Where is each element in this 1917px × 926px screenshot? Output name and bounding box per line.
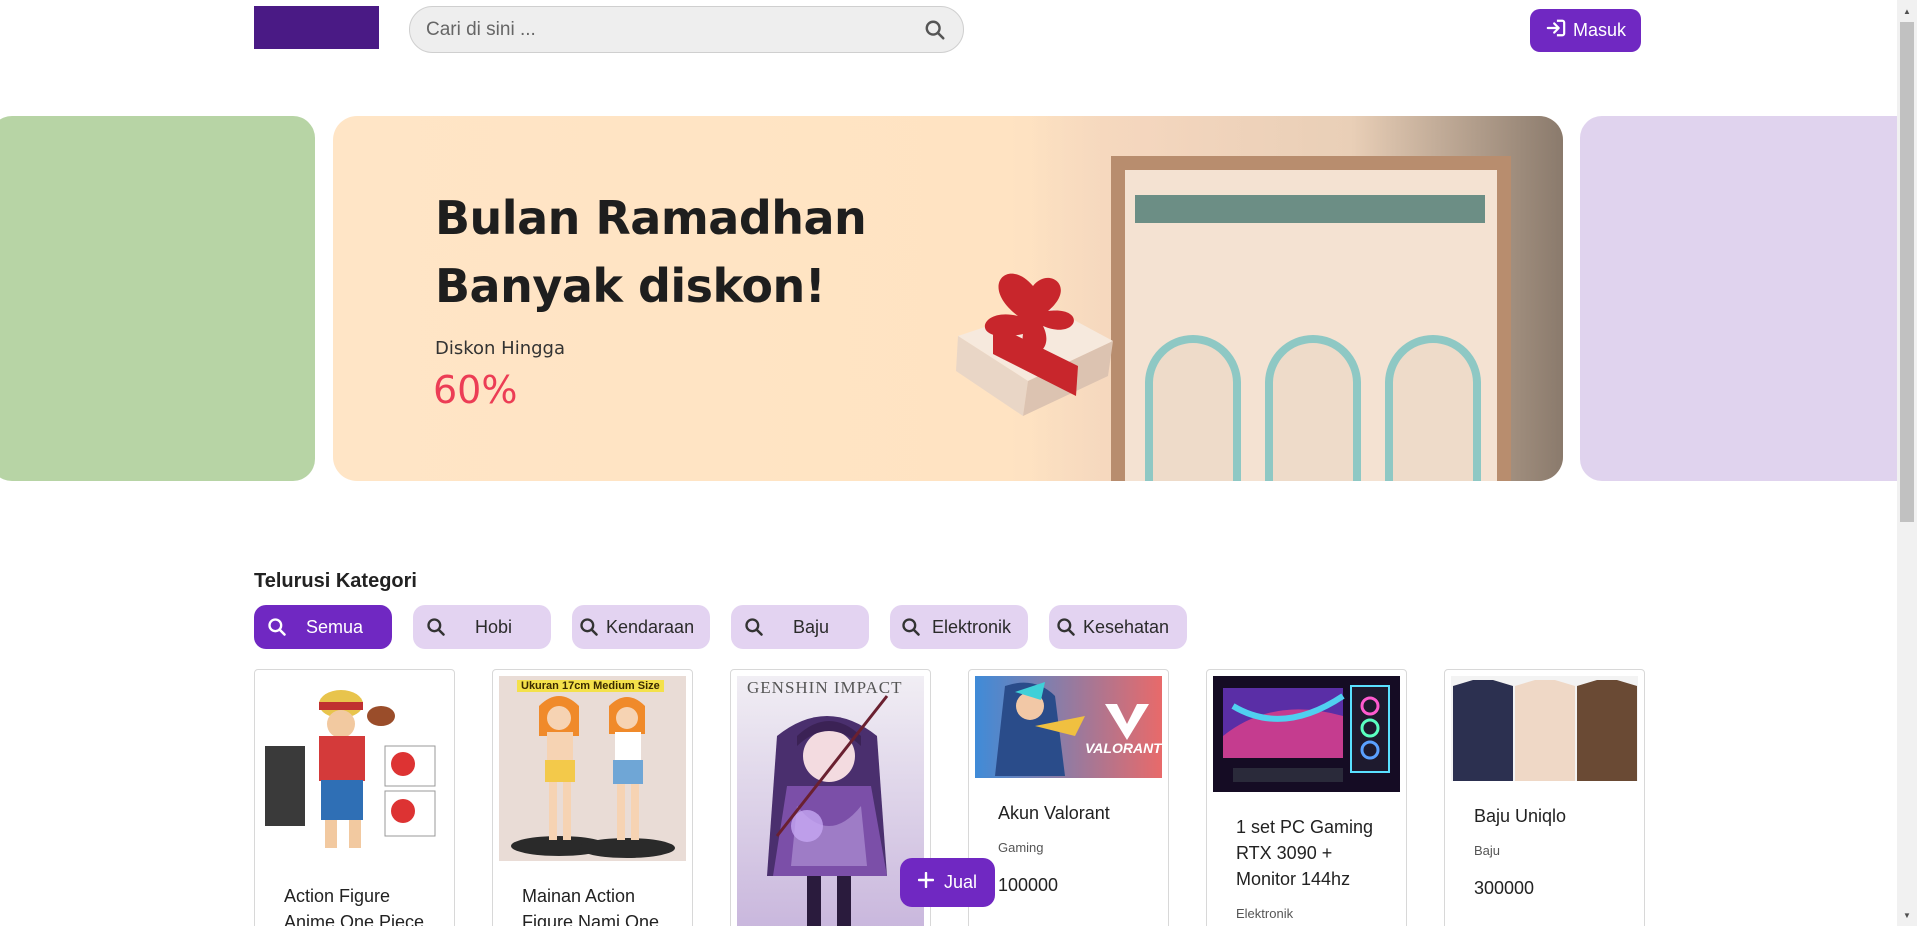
search-icon: [413, 617, 459, 637]
category-chip-elektronik[interactable]: Elektronik: [890, 605, 1028, 649]
search-icon: [572, 617, 606, 637]
product-image: Ukuran 17cm Medium Size: [499, 676, 686, 861]
carousel-next-slide[interactable]: [1580, 116, 1917, 481]
category-chip-label: Baju: [793, 616, 830, 637]
product-card[interactable]: 1 set PC Gaming RTX 3090 + Monitor 144hz…: [1206, 669, 1407, 926]
product-name: Mainan Action Figure Nami One: [522, 886, 660, 926]
banner-mosque-illustration: [1111, 156, 1511, 481]
banner-subtitle: Diskon Hingga: [435, 338, 565, 359]
product-category: Gaming: [998, 840, 1044, 855]
product-card[interactable]: Action Figure Anime One Piece: [254, 669, 455, 926]
category-chip-label: Elektronik: [932, 616, 1012, 637]
product-category: Baju: [1474, 843, 1501, 858]
gift-box-illustration: [938, 246, 1128, 421]
banner-title-line1: Bulan Ramadhan: [435, 191, 867, 245]
scroll-down-arrow-icon[interactable]: ▼: [1900, 908, 1914, 922]
product-name: Baju Uniqlo: [1474, 806, 1567, 826]
product-card[interactable]: Baju Uniqlo Baju 300000: [1444, 669, 1645, 926]
product-name: Action Figure Anime One Piece: [284, 886, 425, 926]
carousel-prev-slide[interactable]: [0, 116, 315, 481]
product-price: 100000: [998, 875, 1059, 895]
product-card[interactable]: VALORANT Akun Valorant Gaming 100000: [968, 669, 1169, 926]
product-image-caption: VALORANT: [1085, 740, 1162, 756]
product-image: [1213, 676, 1400, 792]
product-name: 1 set PC Gaming RTX 3090 + Monitor 144hz: [1236, 817, 1374, 889]
product-image: VALORANT: [975, 676, 1162, 778]
scrollbar-thumb[interactable]: [1900, 22, 1914, 522]
category-chip-hobi[interactable]: Hobi: [413, 605, 551, 649]
category-chip-baju[interactable]: Baju: [731, 605, 869, 649]
promo-banner[interactable]: Bulan Ramadhan Banyak diskon! Diskon Hin…: [333, 116, 1563, 481]
search-icon[interactable]: [923, 18, 947, 42]
category-chip-label: Kesehatan: [1083, 616, 1170, 637]
category-chip-label: Kendaraan: [606, 616, 695, 637]
search-bar[interactable]: [409, 6, 964, 53]
category-section-title: Telurusi Kategori: [254, 570, 417, 592]
plus-icon: [917, 871, 935, 893]
scroll-up-arrow-icon[interactable]: ▲: [1900, 4, 1914, 18]
category-chip-kendaraan[interactable]: Kendaraan: [572, 605, 710, 649]
sell-button[interactable]: Jual: [900, 858, 995, 907]
banner-discount-percent: 60%: [433, 368, 518, 412]
product-card[interactable]: Ukuran 17cm Medium Size Mainan Action Fi…: [492, 669, 693, 926]
search-icon: [890, 617, 932, 637]
category-chip-label: Hobi: [475, 616, 513, 637]
login-label: Masuk: [1572, 20, 1626, 40]
login-icon: [1545, 18, 1567, 43]
category-chips: Semua Hobi Kendaraan Baju Elektronik Kes…: [254, 605, 1187, 649]
search-input[interactable]: [426, 18, 923, 41]
product-image: GENSHIN IMPACT: [737, 676, 924, 926]
category-chip-semua[interactable]: Semua: [254, 605, 392, 649]
page: Masuk Bulan Ramadhan Banyak diskon! Disk…: [0, 0, 1917, 926]
category-chip-label: Semua: [306, 616, 364, 637]
product-image: [261, 676, 448, 861]
login-button[interactable]: Masuk: [1530, 9, 1641, 52]
banner-title: Bulan Ramadhan Banyak diskon!: [435, 184, 867, 320]
banner-title-line2: Banyak diskon!: [435, 259, 826, 313]
search-icon: [731, 617, 777, 637]
product-price: 300000: [1474, 878, 1535, 898]
category-chip-kesehatan[interactable]: Kesehatan: [1049, 605, 1187, 649]
product-category: Elektronik: [1236, 906, 1294, 921]
sell-label: Jual: [943, 872, 978, 892]
product-image: [1451, 676, 1638, 781]
search-icon: [1049, 617, 1083, 637]
search-icon: [254, 617, 300, 637]
site-logo[interactable]: [254, 6, 379, 49]
product-name: Akun Valorant: [998, 803, 1110, 823]
